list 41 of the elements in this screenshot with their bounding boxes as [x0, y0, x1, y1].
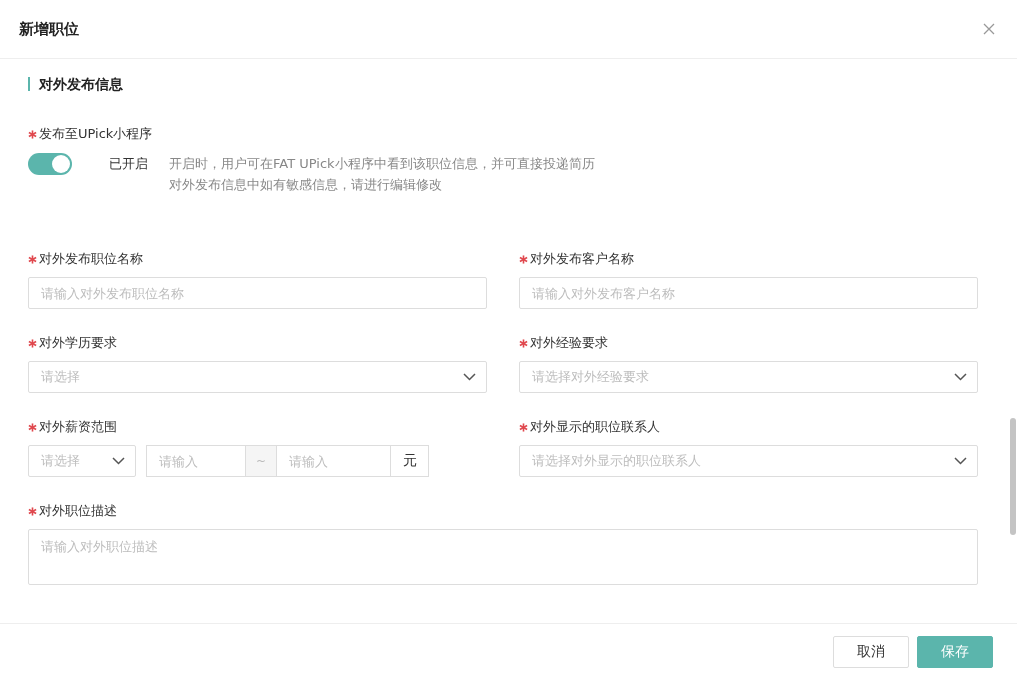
field-label: 发布至UPick小程序	[39, 125, 153, 143]
required-icon	[28, 338, 37, 348]
chevron-down-icon	[954, 373, 967, 381]
field-label: 对外发布职位名称	[39, 250, 143, 268]
field-label: 对外学历要求	[39, 334, 117, 352]
hint-text: 对外发布信息中如有敏感信息，请进行编辑修改	[169, 176, 443, 194]
required-icon	[519, 338, 528, 348]
hint-text: 开启时，用户可在FAT UPick小程序中看到该职位信息，并可直接投递简历	[169, 155, 595, 173]
required-icon	[519, 254, 528, 264]
range-separator: ~	[246, 445, 276, 477]
save-button[interactable]: 保存	[917, 635, 993, 668]
select-field[interactable]: 请选择	[28, 445, 136, 477]
text-input[interactable]: 请输入对外发布职位名称	[28, 277, 487, 309]
dialog-title: 新增职位	[19, 19, 79, 39]
required-icon	[28, 254, 37, 264]
max-input[interactable]: 请输入	[276, 445, 391, 477]
close-icon[interactable]	[983, 23, 995, 35]
required-icon	[519, 422, 528, 432]
unit-label: 元	[391, 445, 429, 477]
chevron-down-icon	[112, 457, 125, 465]
field-label: 对外职位描述	[39, 502, 117, 520]
cancel-button[interactable]: 取消	[833, 635, 909, 668]
chevron-down-icon	[954, 457, 967, 465]
text-input[interactable]: 请输入对外发布客户名称	[519, 277, 978, 309]
field-label: 对外发布客户名称	[530, 250, 634, 268]
required-icon	[28, 422, 37, 432]
section-title: 对外发布信息	[28, 77, 977, 91]
toggle-status: 已开启	[109, 155, 149, 173]
field-label: 对外显示的职位联系人	[530, 418, 660, 436]
chevron-down-icon	[463, 373, 476, 381]
textarea-field[interactable]: 请输入对外职位描述	[28, 529, 978, 585]
select-field[interactable]: 请选择	[28, 361, 487, 393]
min-input[interactable]: 请输入	[146, 445, 246, 477]
field-label: 对外薪资范围	[39, 418, 117, 436]
required-icon	[28, 129, 37, 139]
required-icon	[28, 506, 37, 516]
select-field[interactable]: 请选择对外经验要求	[519, 361, 978, 393]
toggle-switch[interactable]	[28, 153, 72, 175]
scrollbar-thumb[interactable]	[1010, 418, 1016, 535]
select-field[interactable]: 请选择对外显示的职位联系人	[519, 445, 978, 477]
field-label: 对外经验要求	[530, 334, 608, 352]
